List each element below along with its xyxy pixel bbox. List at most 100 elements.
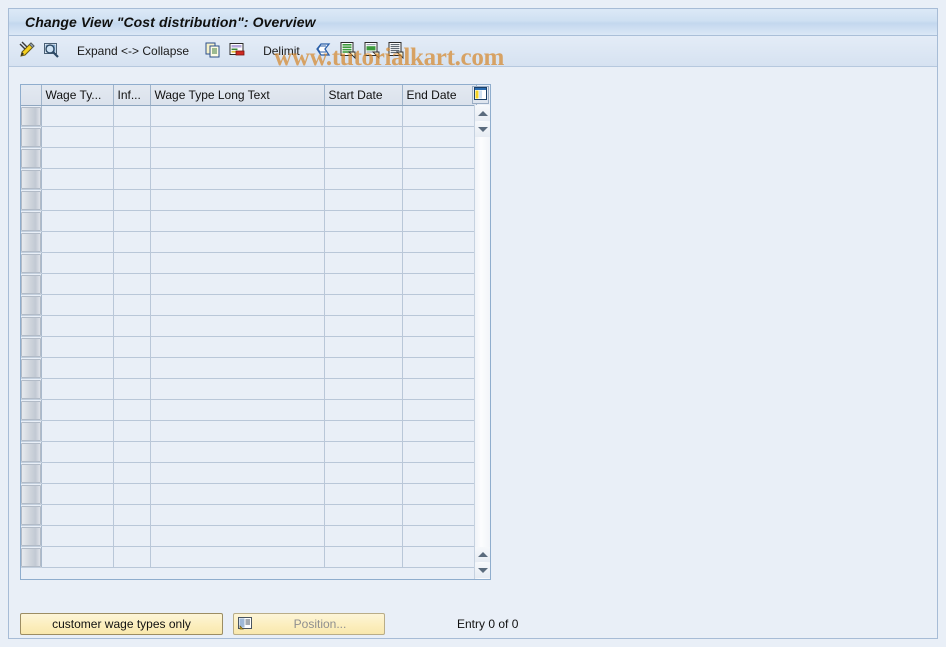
cell-wage-type[interactable] bbox=[41, 147, 114, 169]
cell-start-date[interactable] bbox=[324, 210, 403, 232]
row-selector-cell[interactable] bbox=[21, 378, 42, 400]
cell-end-date[interactable] bbox=[402, 546, 477, 568]
cell-end-date[interactable] bbox=[402, 168, 477, 190]
table-row[interactable] bbox=[21, 273, 477, 295]
table-row[interactable] bbox=[21, 210, 477, 232]
table-row[interactable] bbox=[21, 147, 477, 169]
cell-end-date[interactable] bbox=[402, 525, 477, 547]
cell-start-date[interactable] bbox=[324, 462, 403, 484]
table-row[interactable] bbox=[21, 105, 477, 127]
cell-infotype[interactable] bbox=[113, 357, 151, 379]
cell-wage-type-long-text[interactable] bbox=[150, 168, 325, 190]
row-selector-button[interactable] bbox=[21, 547, 41, 567]
cell-infotype[interactable] bbox=[113, 147, 151, 169]
row-selector-cell[interactable] bbox=[21, 231, 42, 253]
customer-wage-types-only-button[interactable]: customer wage types only bbox=[20, 613, 223, 635]
cell-infotype[interactable] bbox=[113, 126, 151, 148]
row-selector-button[interactable] bbox=[21, 463, 41, 483]
cell-start-date[interactable] bbox=[324, 420, 403, 442]
cell-infotype[interactable] bbox=[113, 378, 151, 400]
next-entry-button[interactable] bbox=[361, 40, 383, 62]
cell-wage-type-long-text[interactable] bbox=[150, 483, 325, 505]
row-selector-cell[interactable] bbox=[21, 462, 42, 484]
row-selector-cell[interactable] bbox=[21, 105, 42, 127]
cell-end-date[interactable] bbox=[402, 105, 477, 127]
cell-end-date[interactable] bbox=[402, 462, 477, 484]
cell-end-date[interactable] bbox=[402, 147, 477, 169]
table-row[interactable] bbox=[21, 483, 477, 505]
cell-wage-type-long-text[interactable] bbox=[150, 336, 325, 358]
cell-wage-type[interactable] bbox=[41, 504, 114, 526]
row-selector-button[interactable] bbox=[21, 526, 41, 546]
cell-wage-type-long-text[interactable] bbox=[150, 126, 325, 148]
cell-infotype[interactable] bbox=[113, 525, 151, 547]
table-row[interactable] bbox=[21, 336, 477, 358]
cell-wage-type[interactable] bbox=[41, 168, 114, 190]
column-header-wage-type-long-text[interactable]: Wage Type Long Text bbox=[150, 85, 325, 106]
cell-end-date[interactable] bbox=[402, 441, 477, 463]
cell-wage-type-long-text[interactable] bbox=[150, 420, 325, 442]
table-settings-button[interactable] bbox=[472, 86, 489, 104]
cell-wage-type-long-text[interactable] bbox=[150, 105, 325, 127]
row-selector-button[interactable] bbox=[21, 253, 41, 273]
cell-wage-type-long-text[interactable] bbox=[150, 399, 325, 421]
cell-wage-type[interactable] bbox=[41, 210, 114, 232]
row-selector-button[interactable] bbox=[21, 295, 41, 315]
cell-wage-type-long-text[interactable] bbox=[150, 294, 325, 316]
table-row[interactable] bbox=[21, 525, 477, 547]
row-selector-button[interactable] bbox=[21, 169, 41, 189]
cell-wage-type[interactable] bbox=[41, 294, 114, 316]
cell-wage-type-long-text[interactable] bbox=[150, 252, 325, 274]
cell-end-date[interactable] bbox=[402, 273, 477, 295]
cell-end-date[interactable] bbox=[402, 420, 477, 442]
cell-wage-type[interactable] bbox=[41, 189, 114, 211]
table-row[interactable] bbox=[21, 462, 477, 484]
table-row[interactable] bbox=[21, 315, 477, 337]
row-selector-cell[interactable] bbox=[21, 189, 42, 211]
cell-wage-type[interactable] bbox=[41, 105, 114, 127]
cell-infotype[interactable] bbox=[113, 105, 151, 127]
table-row[interactable] bbox=[21, 189, 477, 211]
previous-entry-button[interactable] bbox=[337, 40, 359, 62]
row-selector-cell[interactable] bbox=[21, 294, 42, 316]
cell-wage-type[interactable] bbox=[41, 252, 114, 274]
cell-wage-type-long-text[interactable] bbox=[150, 378, 325, 400]
row-selector-button[interactable] bbox=[21, 106, 41, 126]
cell-start-date[interactable] bbox=[324, 273, 403, 295]
cell-start-date[interactable] bbox=[324, 189, 403, 211]
cell-end-date[interactable] bbox=[402, 378, 477, 400]
table-row[interactable] bbox=[21, 546, 477, 568]
cell-wage-type-long-text[interactable] bbox=[150, 462, 325, 484]
row-selector-button[interactable] bbox=[21, 127, 41, 147]
cell-start-date[interactable] bbox=[324, 252, 403, 274]
scroll-down-top-button[interactable] bbox=[475, 122, 490, 137]
row-selector-cell[interactable] bbox=[21, 504, 42, 526]
row-selector-button[interactable] bbox=[21, 400, 41, 420]
cell-infotype[interactable] bbox=[113, 399, 151, 421]
row-selector-cell[interactable] bbox=[21, 252, 42, 274]
cell-infotype[interactable] bbox=[113, 483, 151, 505]
cell-start-date[interactable] bbox=[324, 294, 403, 316]
row-selector-cell[interactable] bbox=[21, 168, 42, 190]
cell-start-date[interactable] bbox=[324, 336, 403, 358]
cell-start-date[interactable] bbox=[324, 504, 403, 526]
delimit-button[interactable]: Delimit bbox=[258, 40, 305, 62]
cell-wage-type[interactable] bbox=[41, 273, 114, 295]
cell-wage-type-long-text[interactable] bbox=[150, 189, 325, 211]
cell-start-date[interactable] bbox=[324, 525, 403, 547]
cell-wage-type[interactable] bbox=[41, 231, 114, 253]
row-selector-button[interactable] bbox=[21, 421, 41, 441]
cell-end-date[interactable] bbox=[402, 399, 477, 421]
delete-button[interactable] bbox=[226, 40, 248, 62]
table-row[interactable] bbox=[21, 357, 477, 379]
cell-start-date[interactable] bbox=[324, 378, 403, 400]
cell-wage-type[interactable] bbox=[41, 357, 114, 379]
cell-wage-type[interactable] bbox=[41, 525, 114, 547]
table-vertical-scrollbar[interactable] bbox=[474, 105, 490, 579]
cell-infotype[interactable] bbox=[113, 441, 151, 463]
cell-infotype[interactable] bbox=[113, 462, 151, 484]
scroll-up-bottom-button[interactable] bbox=[475, 547, 490, 562]
cell-wage-type[interactable] bbox=[41, 336, 114, 358]
cell-infotype[interactable] bbox=[113, 252, 151, 274]
cell-start-date[interactable] bbox=[324, 441, 403, 463]
